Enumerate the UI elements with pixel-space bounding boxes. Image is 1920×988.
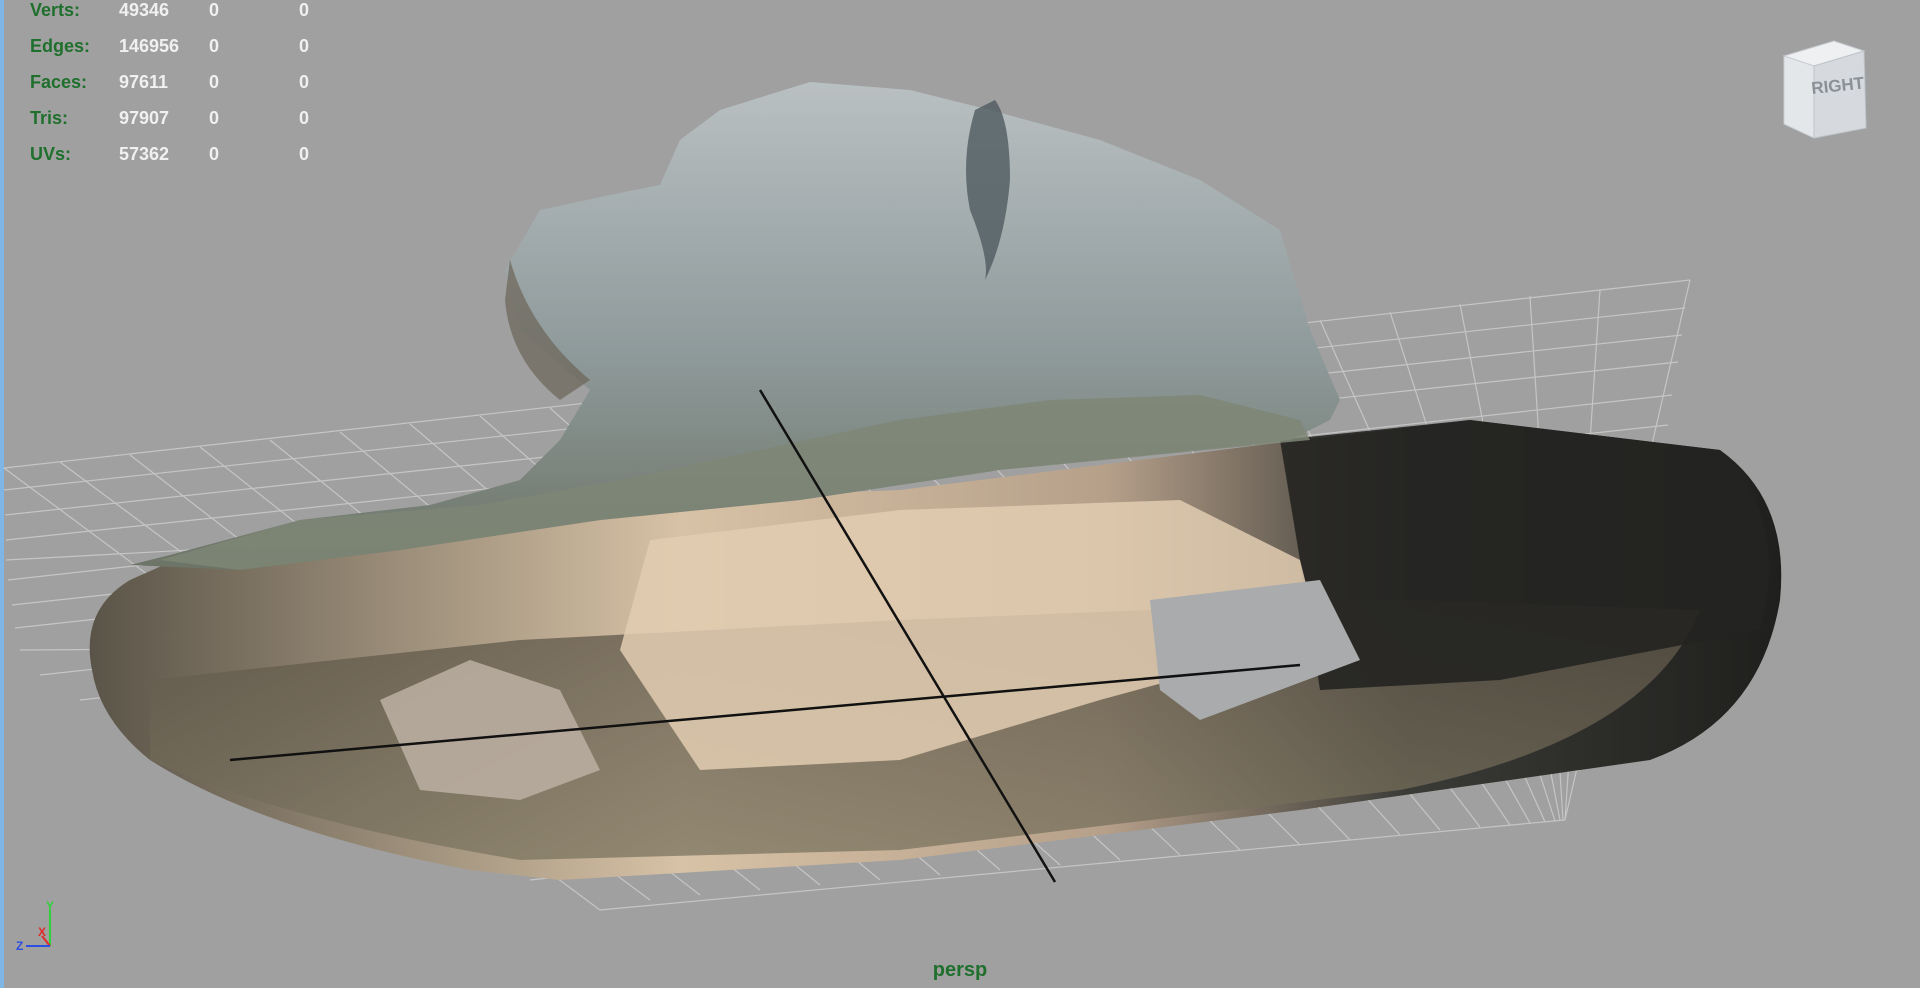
hud-label: Faces: [30, 72, 88, 92]
hud-label: Edges: [30, 36, 91, 56]
axis-x-label: X [38, 925, 46, 939]
hud-value: 0 [299, 0, 310, 20]
hud-value: 57362 [119, 144, 170, 164]
hud-value: 0 [299, 72, 310, 92]
hud-value: 0 [299, 36, 310, 56]
hud-value: 0 [299, 108, 310, 128]
axis-y-label: Y [46, 900, 54, 913]
maya-viewport[interactable]: Verts: 49346 0 0 Edges: 146956 0 0 Faces… [0, 0, 1920, 988]
scene-3d-view[interactable] [0, 0, 1920, 988]
hud-value: 97907 [119, 108, 170, 128]
hud-value: 0 [209, 108, 220, 128]
viewcube[interactable]: RIGHT [1774, 36, 1874, 146]
axis-z-label: Z [16, 939, 23, 953]
viewcube-front-face [1783, 55, 1815, 139]
hud-value: 97611 [119, 72, 169, 92]
hud-label: Tris: [30, 108, 69, 128]
hud-value: 0 [209, 0, 220, 20]
hud-value: 0 [209, 144, 220, 164]
hud-value: 146956 [119, 36, 180, 56]
hud-value: 0 [299, 144, 310, 164]
hud-value: 49346 [119, 0, 170, 20]
viewport-border [0, 0, 4, 988]
camera-name-label: persp [932, 959, 988, 981]
hud-value: 0 [209, 72, 220, 92]
axis-gizmo: Y X Z [16, 900, 54, 953]
hud-value: 0 [209, 36, 220, 56]
hud-label: Verts: [30, 0, 81, 20]
hud-label: UVs: [30, 144, 72, 164]
